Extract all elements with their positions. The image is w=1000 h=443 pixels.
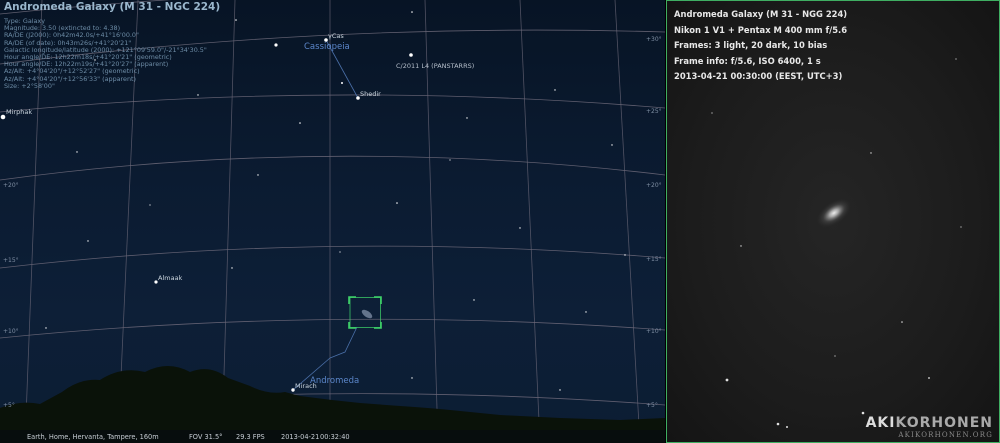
status-bar: Earth, Home, Hervanta, Tampere, 160m FOV…: [0, 430, 665, 443]
status-location[interactable]: Earth, Home, Hervanta, Tampere, 160m: [27, 433, 159, 441]
constellation-lines: [292, 39, 359, 391]
object-title: Andromeda Galaxy (M 31 - NGC 224): [4, 1, 221, 13]
grid-label-right: +15°: [646, 256, 662, 263]
grid-label-right: +30°: [646, 36, 662, 43]
status-fov: FOV 31.5°: [189, 433, 223, 441]
info-row: Size: +2°58'00": [4, 81, 55, 90]
constellation-label-andromeda[interactable]: Andromeda: [310, 376, 359, 386]
constellation-label-cassiopeia[interactable]: Cassiopeia: [304, 42, 350, 52]
andromeda-galaxy[interactable]: [360, 308, 373, 320]
watermark: AKIKORHONEN AKIKORHONEN.ORG: [866, 415, 993, 439]
photo-stars: [711, 58, 962, 428]
comet-label[interactable]: C/2011 L4 (PANSTARRS): [396, 62, 474, 70]
photo-galaxy: [816, 198, 852, 228]
star-label-mirphak[interactable]: Mirphak: [6, 108, 32, 116]
grid-label-right: +25°: [646, 108, 662, 115]
photo-caption-line: Frame info: f/5.6, ISO 6400, 1 s: [674, 55, 821, 66]
status-date[interactable]: 2013-04-21: [281, 433, 319, 441]
star-label-mirach[interactable]: Mirach: [295, 382, 317, 390]
status-fps: 29.3 FPS: [236, 433, 265, 441]
star-label-gamma-cas[interactable]: γCas: [328, 32, 344, 40]
watermark-url: AKIKORHONEN.ORG: [898, 431, 993, 439]
photo-caption-line: 2013-04-21 00:30:00 (EEST, UTC+3): [674, 71, 843, 81]
photo-caption: Andromeda Galaxy (M 31 - NGG 224) Nikon …: [674, 7, 847, 85]
grid-label-right: +20°: [646, 182, 662, 189]
grid-label-left: +20°: [3, 182, 19, 189]
photo-panel: Andromeda Galaxy (M 31 - NGG 224) Nikon …: [666, 0, 1000, 443]
watermark-last: KORHONEN: [895, 415, 993, 431]
photo-caption-line: Nikon 1 V1 + Pentax M 400 mm f/5.6: [674, 24, 848, 35]
photo-caption-line: Andromeda Galaxy (M 31 - NGG 224): [674, 9, 848, 19]
grid-label-left: +5°: [3, 402, 15, 409]
grid-label-left: +10°: [3, 328, 19, 335]
star-label-shedir[interactable]: Shedir: [360, 90, 381, 98]
planetarium-view[interactable]: Andromeda Galaxy (M 31 - NGC 224) Type: …: [0, 0, 665, 443]
status-time[interactable]: 00:32:40: [320, 433, 350, 441]
grid-label-left: +15°: [3, 257, 19, 264]
object-info-panel: Andromeda Galaxy (M 31 - NGC 224) Type: …: [4, 2, 220, 90]
photo-caption-line: Frames: 3 light, 20 dark, 10 bias: [674, 40, 828, 50]
grid-label-right: +10°: [646, 328, 662, 335]
star-label-almaak[interactable]: Almaak: [158, 274, 182, 282]
grid-label-right: +5°: [646, 402, 658, 409]
watermark-first: AKI: [865, 415, 896, 431]
